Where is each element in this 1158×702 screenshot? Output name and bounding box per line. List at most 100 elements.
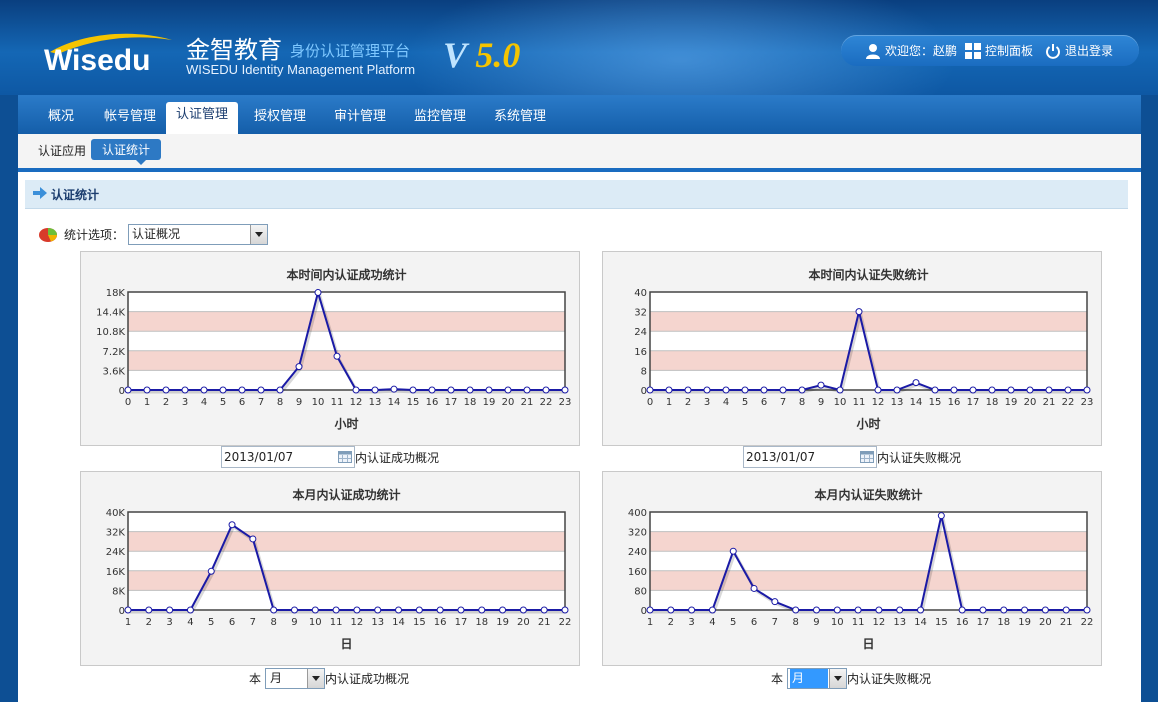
data-point[interactable] bbox=[542, 386, 550, 394]
chevron-down-icon[interactable] bbox=[829, 668, 847, 688]
data-point[interactable] bbox=[428, 386, 436, 394]
nav-authorization[interactable]: 授权管理 bbox=[254, 105, 306, 124]
data-point[interactable] bbox=[1045, 386, 1053, 394]
data-point[interactable] bbox=[708, 606, 716, 614]
data-point[interactable] bbox=[228, 521, 236, 529]
data-point[interactable] bbox=[447, 386, 455, 394]
data-point[interactable] bbox=[561, 606, 569, 614]
subnav-auth-stats[interactable]: 认证统计 bbox=[91, 139, 162, 160]
data-point[interactable] bbox=[466, 386, 474, 394]
control-panel-link[interactable]: 控制面板 bbox=[965, 42, 1033, 59]
data-point[interactable] bbox=[143, 386, 151, 394]
period-select-failure[interactable]: 月 bbox=[787, 667, 848, 689]
data-point[interactable] bbox=[207, 567, 215, 575]
data-point[interactable] bbox=[186, 606, 194, 614]
stats-option-select[interactable]: 认证概况 bbox=[128, 224, 268, 245]
chevron-down-icon[interactable] bbox=[307, 668, 325, 688]
data-point[interactable] bbox=[665, 386, 673, 394]
data-point[interactable] bbox=[409, 386, 417, 394]
data-point[interactable] bbox=[390, 385, 398, 393]
data-point[interactable] bbox=[374, 606, 382, 614]
data-point[interactable] bbox=[353, 606, 361, 614]
data-point[interactable] bbox=[238, 386, 246, 394]
data-point[interactable] bbox=[958, 606, 966, 614]
data-point[interactable] bbox=[519, 606, 527, 614]
data-point[interactable] bbox=[817, 381, 825, 389]
data-point[interactable] bbox=[1026, 386, 1034, 394]
data-point[interactable] bbox=[457, 606, 465, 614]
data-point[interactable] bbox=[896, 606, 904, 614]
data-point[interactable] bbox=[854, 606, 862, 614]
data-point[interactable] bbox=[912, 379, 920, 387]
data-point[interactable] bbox=[352, 386, 360, 394]
data-point[interactable] bbox=[969, 386, 977, 394]
data-point[interactable] bbox=[270, 606, 278, 614]
nav-system[interactable]: 系统管理 bbox=[494, 105, 546, 124]
data-point[interactable] bbox=[646, 386, 654, 394]
data-point[interactable] bbox=[646, 606, 654, 614]
data-point[interactable] bbox=[833, 606, 841, 614]
data-point[interactable] bbox=[1021, 606, 1029, 614]
data-point[interactable] bbox=[436, 606, 444, 614]
nav-monitor[interactable]: 监控管理 bbox=[414, 105, 466, 124]
data-point[interactable] bbox=[792, 606, 800, 614]
nav-overview[interactable]: 概况 bbox=[48, 105, 74, 124]
data-point[interactable] bbox=[499, 606, 507, 614]
calendar-icon[interactable] bbox=[860, 450, 874, 463]
date-input-failure[interactable]: 2013/01/07 bbox=[743, 446, 877, 468]
data-point[interactable] bbox=[181, 386, 189, 394]
data-point[interactable] bbox=[917, 606, 925, 614]
welcome-user[interactable]: 欢迎您：赵鹏 bbox=[865, 42, 957, 59]
nav-audit[interactable]: 审计管理 bbox=[334, 105, 386, 124]
data-point[interactable] bbox=[741, 386, 749, 394]
data-point[interactable] bbox=[798, 386, 806, 394]
data-point[interactable] bbox=[988, 386, 996, 394]
data-point[interactable] bbox=[311, 606, 319, 614]
logout-link[interactable]: 退出登录 bbox=[1045, 42, 1113, 59]
data-point[interactable] bbox=[478, 606, 486, 614]
data-point[interactable] bbox=[333, 352, 341, 360]
data-point[interactable] bbox=[722, 386, 730, 394]
data-point[interactable] bbox=[295, 363, 303, 371]
data-point[interactable] bbox=[276, 386, 284, 394]
nav-auth[interactable]: 认证管理 bbox=[166, 102, 239, 134]
period-select-success[interactable]: 月 bbox=[265, 667, 326, 689]
data-point[interactable] bbox=[395, 606, 403, 614]
data-point[interactable] bbox=[523, 386, 531, 394]
data-point[interactable] bbox=[200, 386, 208, 394]
data-point[interactable] bbox=[688, 606, 696, 614]
data-point[interactable] bbox=[684, 386, 692, 394]
data-point[interactable] bbox=[937, 512, 945, 520]
data-point[interactable] bbox=[812, 606, 820, 614]
data-point[interactable] bbox=[729, 547, 737, 555]
data-point[interactable] bbox=[1000, 606, 1008, 614]
data-point[interactable] bbox=[314, 289, 322, 297]
chevron-down-icon[interactable] bbox=[250, 225, 267, 244]
data-point[interactable] bbox=[249, 535, 257, 543]
data-point[interactable] bbox=[561, 386, 569, 394]
data-point[interactable] bbox=[332, 606, 340, 614]
data-point[interactable] bbox=[1083, 386, 1091, 394]
data-point[interactable] bbox=[874, 386, 882, 394]
data-point[interactable] bbox=[257, 386, 265, 394]
data-point[interactable] bbox=[750, 584, 758, 592]
data-point[interactable] bbox=[931, 386, 939, 394]
data-point[interactable] bbox=[836, 386, 844, 394]
data-point[interactable] bbox=[371, 386, 379, 394]
data-point[interactable] bbox=[145, 606, 153, 614]
calendar-icon[interactable] bbox=[338, 450, 352, 463]
subnav-auth-apps[interactable]: 认证应用 bbox=[38, 142, 86, 159]
data-point[interactable] bbox=[485, 386, 493, 394]
data-point[interactable] bbox=[760, 386, 768, 394]
data-point[interactable] bbox=[703, 386, 711, 394]
data-point[interactable] bbox=[1083, 606, 1091, 614]
data-point[interactable] bbox=[875, 606, 883, 614]
data-point[interactable] bbox=[219, 386, 227, 394]
data-point[interactable] bbox=[124, 606, 132, 614]
data-point[interactable] bbox=[779, 386, 787, 394]
data-point[interactable] bbox=[415, 606, 423, 614]
data-point[interactable] bbox=[1062, 606, 1070, 614]
date-input-success[interactable]: 2013/01/07 bbox=[221, 446, 355, 468]
data-point[interactable] bbox=[950, 386, 958, 394]
data-point[interactable] bbox=[1064, 386, 1072, 394]
